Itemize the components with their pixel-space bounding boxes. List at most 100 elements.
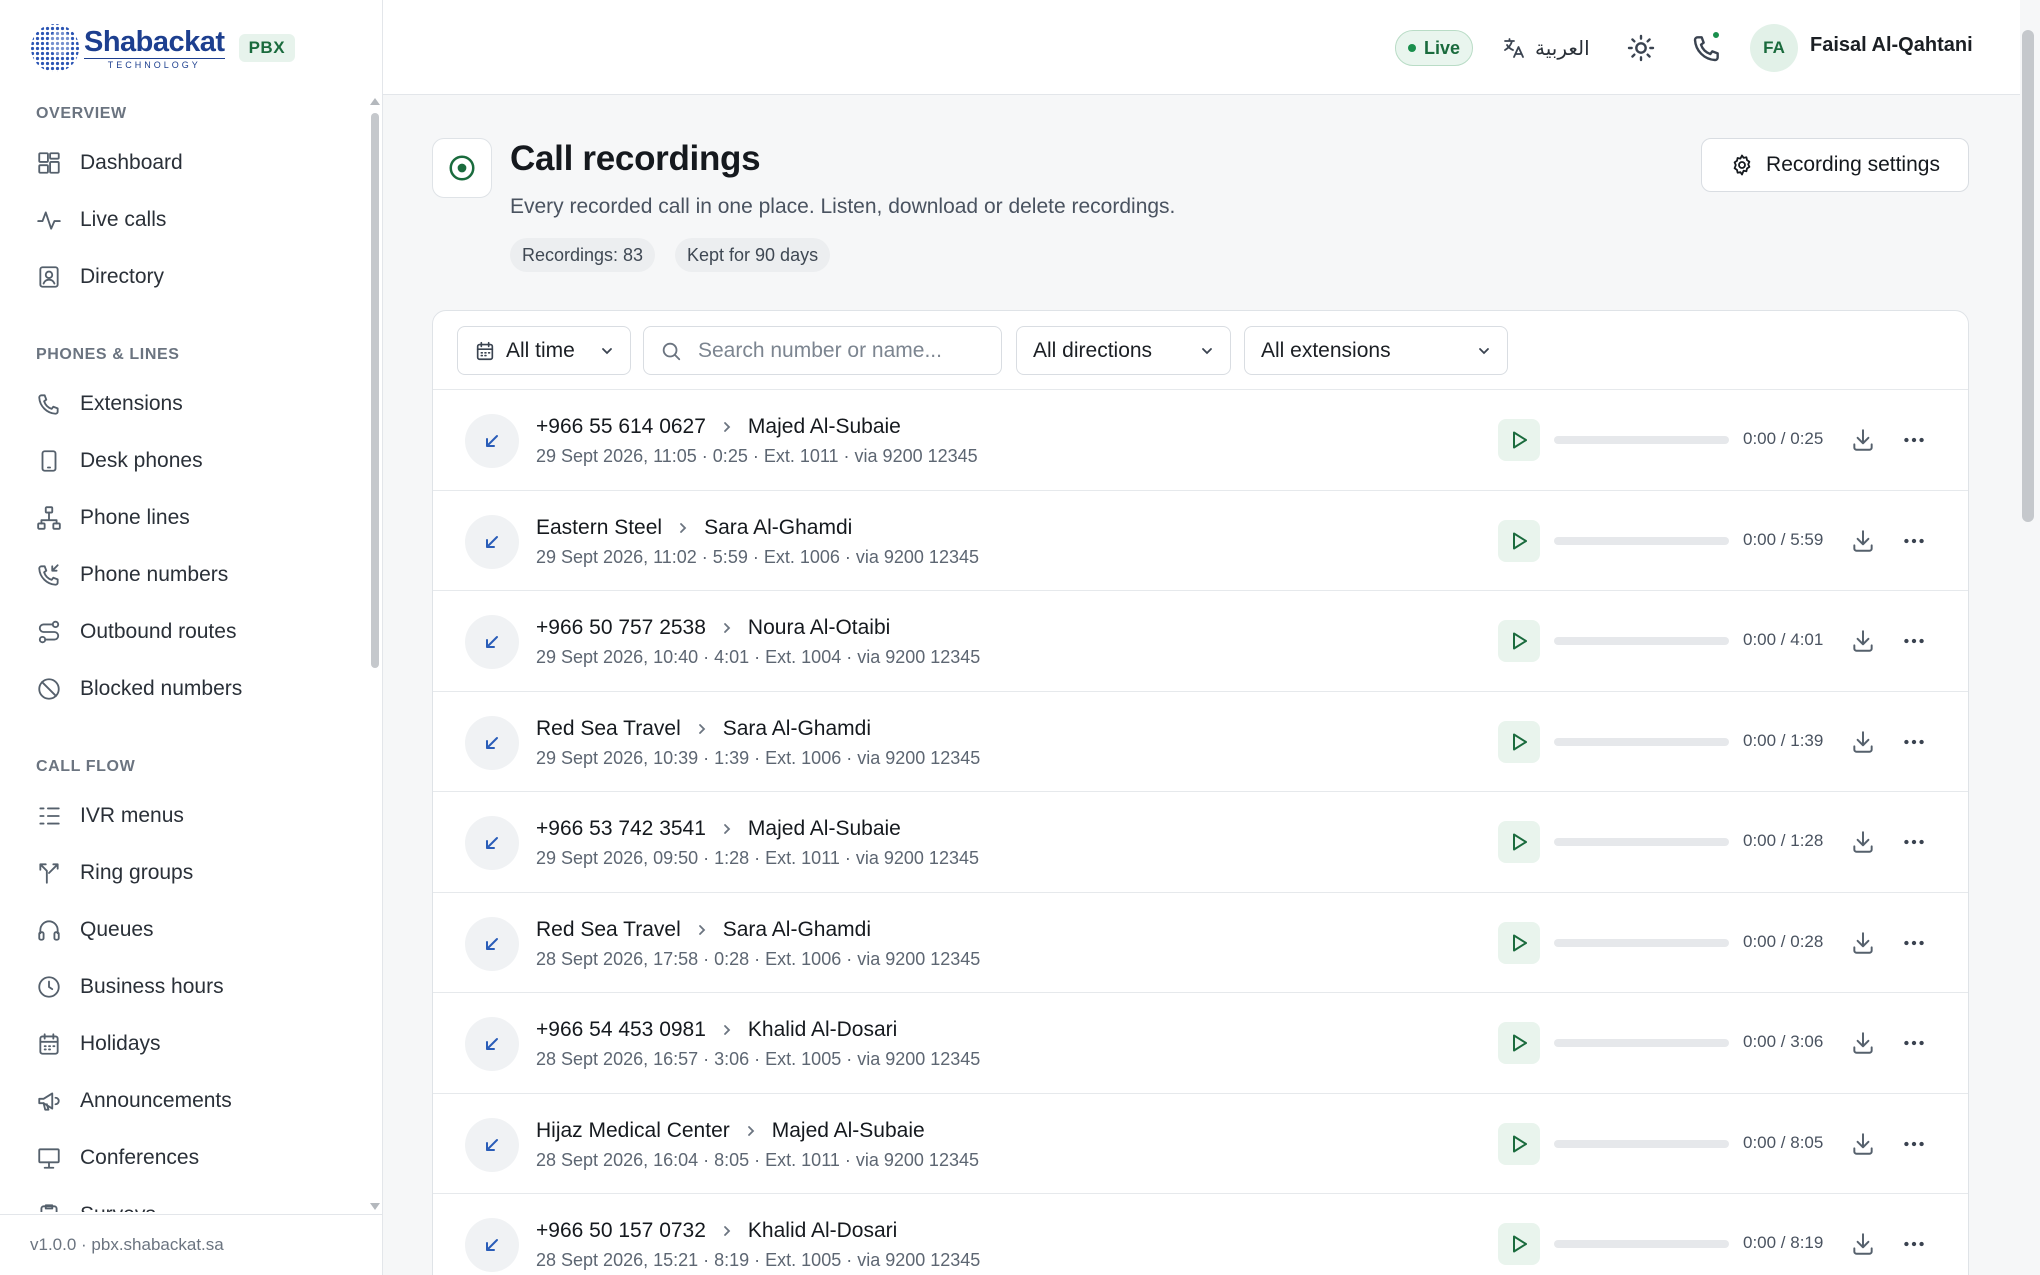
play-button[interactable] [1498,1223,1540,1265]
recording-settings-button[interactable]: Recording settings [1701,138,1969,192]
play-button[interactable] [1498,821,1540,863]
caller: +966 55 614 0627 [536,415,706,438]
playback-progress-bar[interactable] [1554,737,1729,746]
download-button[interactable] [1850,1030,1876,1056]
theme-toggle-button[interactable] [1625,32,1657,64]
playback-progress-bar[interactable] [1554,637,1729,645]
play-icon [1513,733,1527,750]
playback-progress-bar[interactable] [1554,938,1729,947]
sidebar-item-surveys[interactable]: Surveys [0,1186,370,1212]
recording-row[interactable]: +966 55 614 0627 Majed Al-Subaie 29 Sept 2… [433,390,1968,491]
more-actions-button[interactable] [1901,729,1927,755]
download-button[interactable] [1850,1231,1876,1257]
download-button[interactable] [1850,1131,1876,1157]
recording-title: +966 55 614 0627 Majed Al-Subaie [536,415,901,439]
sidebar-item-desk-phones[interactable]: Desk phones [0,432,370,489]
more-actions-button[interactable] [1901,628,1927,654]
sidebar-item-label: Phone lines [80,505,190,529]
sidebar-item-ring-groups[interactable]: Ring groups [0,844,370,901]
brand-logo[interactable]: Shabackat TECHNOLOGY PBX [30,20,296,76]
play-button[interactable] [1498,720,1540,763]
sidebar-item-announcements[interactable]: Announcements [0,1072,370,1129]
more-actions-button[interactable] [1901,829,1927,855]
more-horizontal-icon [1904,940,1924,945]
inbound-arrow-icon [465,715,519,770]
more-actions-button[interactable] [1901,427,1927,453]
recording-row[interactable]: +966 53 742 3541 Majed Al-Subaie 29 Sept 2… [433,792,1968,893]
playback-progress-bar[interactable] [1554,536,1729,545]
download-button[interactable] [1850,628,1876,654]
more-actions-button[interactable] [1901,930,1927,956]
download-button[interactable] [1850,729,1876,755]
direction-value: All directions [1033,338,1153,362]
sidebar-item-blocked-numbers[interactable]: Blocked numbers [0,660,370,717]
playback-progress-bar[interactable] [1554,1139,1729,1148]
recording-row[interactable]: Red Sea Travel Sara Al-Ghamdi 28 Sept 2026… [433,893,1968,993]
play-button[interactable] [1498,921,1540,964]
sidebar-item-conferences[interactable]: Conferences [0,1129,370,1186]
sidebar-item-phone-numbers[interactable]: Phone numbers [0,546,370,603]
download-button[interactable] [1850,427,1876,453]
inbound-arrow-icon [465,916,519,971]
more-actions-button[interactable] [1901,528,1927,554]
sidebar-item-dashboard[interactable]: Dashboard [0,134,370,191]
more-actions-button[interactable] [1901,1131,1927,1157]
more-horizontal-icon [1904,638,1924,644]
more-actions-button[interactable] [1901,1231,1927,1257]
megaphone-icon [36,1088,62,1114]
sidebar-scroll-up[interactable] [370,98,380,105]
playback-progress-bar[interactable] [1554,838,1729,846]
recording-row[interactable]: Eastern Steel Sara Al-Ghamdi 29 Sept 2026,… [433,491,1968,591]
play-button[interactable] [1498,1122,1540,1165]
sidebar-item-extensions[interactable]: Extensions [0,375,370,432]
recording-row[interactable]: Hijaz Medical Center Majed Al-Subaie 28 Se… [433,1094,1968,1194]
sidebar-item-business-hours[interactable]: Business hours [0,958,370,1015]
sidebar-scroll-down[interactable] [370,1203,380,1210]
sidebar-item-directory[interactable]: Directory [0,248,370,305]
download-button[interactable] [1850,930,1876,956]
playback-progress-bar[interactable] [1554,436,1729,444]
sidebar-item-phone-lines[interactable]: Phone lines [0,489,370,546]
download-button[interactable] [1850,829,1876,855]
sidebar-scrollbar[interactable] [371,113,379,668]
sidebar-item-label: Business hours [80,974,224,998]
recording-row[interactable]: Red Sea Travel Sara Al-Ghamdi 29 Sept 2026… [433,692,1968,792]
sidebar-item-live-calls[interactable]: Live calls [0,191,370,248]
activity-icon [36,207,62,233]
sidebar-item-label: Extensions [80,391,183,415]
recording-row[interactable]: +966 54 453 0981 Khalid Al-Dosari 28 Sept … [433,993,1968,1094]
search-input[interactable] [698,338,998,363]
sidebar-item-queues[interactable]: Queues [0,901,370,958]
softphone-button[interactable] [1691,30,1723,64]
sidebar-item-label: Outbound routes [80,619,237,643]
sidebar-item-outbound-routes[interactable]: Outbound routes [0,603,370,660]
language-switch-button[interactable]: العربية [1501,27,1590,69]
headphones-icon [36,917,62,943]
user-name[interactable]: Faisal Al-Qahtani [1810,34,1973,57]
download-icon [1853,1233,1873,1255]
play-button[interactable] [1498,620,1540,662]
time-range-select[interactable]: All time [457,326,631,375]
page-scrollbar[interactable] [2022,30,2034,522]
play-button[interactable] [1498,1022,1540,1064]
download-button[interactable] [1850,528,1876,554]
direction-select[interactable]: All directions [1016,326,1231,375]
search-field[interactable] [643,326,1002,375]
recording-title: Hijaz Medical Center Majed Al-Subaie [536,1119,925,1143]
play-button[interactable] [1498,519,1540,562]
recording-row[interactable]: +966 50 157 0732 Khalid Al-Dosari 28 Sept … [433,1194,1968,1275]
callee: Sara Al-Ghamdi [722,917,871,941]
play-button[interactable] [1498,419,1540,461]
extension-select[interactable]: All extensions [1244,326,1508,375]
callee: Khalid Al-Dosari [747,1219,898,1242]
recording-row[interactable]: +966 50 757 2538 Noura Al-Otaibi 29 Sept 2… [433,591,1968,692]
sidebar-item-holidays[interactable]: Holidays [0,1015,370,1072]
sidebar-item-ivr-menus[interactable]: IVR menus [0,787,370,844]
playback-progress-bar[interactable] [1554,1240,1729,1248]
recording-meta: 29 Sept 2026, 10:39 · 1:39 · Ext. 1006 ·… [536,747,981,768]
more-actions-button[interactable] [1901,1030,1927,1056]
playback-progress-bar[interactable] [1554,1039,1729,1047]
user-avatar[interactable]: FA [1750,24,1798,72]
extension-value: All extensions [1261,338,1391,362]
globe-logo-icon [31,24,79,72]
